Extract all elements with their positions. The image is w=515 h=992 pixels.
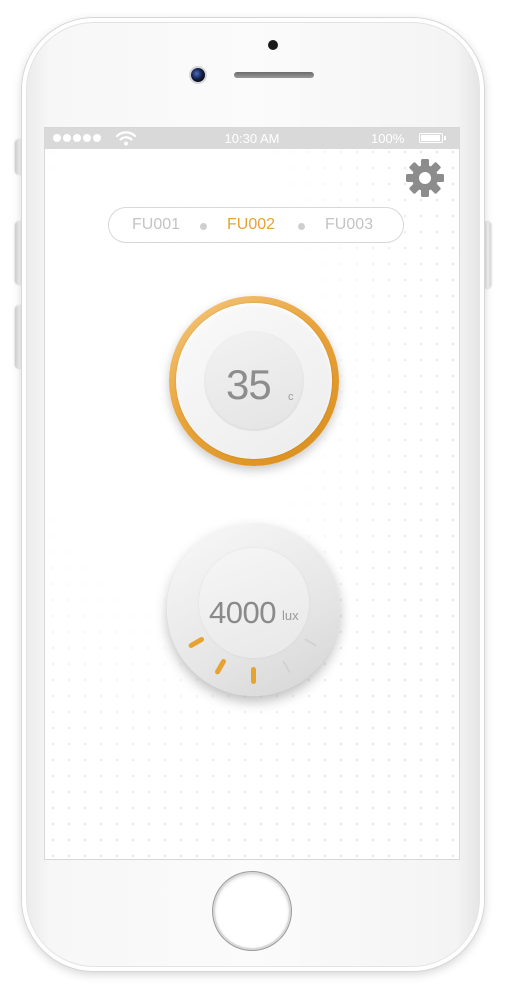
battery-icon — [419, 133, 446, 143]
tab-fu002[interactable]: FU002 — [227, 216, 275, 234]
tab-fu003[interactable]: FU003 — [325, 216, 373, 234]
home-button[interactable] — [215, 874, 289, 948]
temperature-dial[interactable]: 35 c — [169, 296, 339, 466]
stage: 10:30 AM 100% FU001 FU002 FU003 35 c 400… — [0, 0, 515, 992]
temperature-dial-face: 35 c — [176, 303, 332, 459]
tab-separator-dot — [298, 223, 305, 230]
level-tick-inactive — [304, 638, 317, 647]
proximity-sensor — [268, 40, 278, 50]
battery-fill — [421, 135, 440, 141]
level-tick-inactive — [282, 660, 291, 673]
temperature-value: 35 — [226, 361, 272, 408]
level-tick-active — [215, 658, 226, 675]
illuminance-unit: lux — [282, 608, 299, 623]
status-bar: 10:30 AM 100% — [45, 128, 459, 149]
tab-separator-dot — [200, 223, 207, 230]
gear-icon[interactable] — [405, 158, 445, 198]
illuminance-dial[interactable]: 4000 lux — [167, 523, 340, 696]
device-selector: FU001 FU002 FU003 — [108, 207, 404, 243]
tab-fu001[interactable]: FU001 — [132, 216, 180, 234]
level-tick-active — [188, 637, 205, 648]
battery-percentage: 100% — [371, 131, 405, 146]
temperature-unit: c — [288, 391, 294, 403]
power-button — [483, 222, 491, 288]
app-screen: 10:30 AM 100% FU001 FU002 FU003 35 c 400… — [45, 128, 459, 859]
front-camera — [191, 68, 205, 82]
illuminance-value: 4000 — [209, 595, 276, 630]
earpiece-speaker — [234, 72, 314, 78]
